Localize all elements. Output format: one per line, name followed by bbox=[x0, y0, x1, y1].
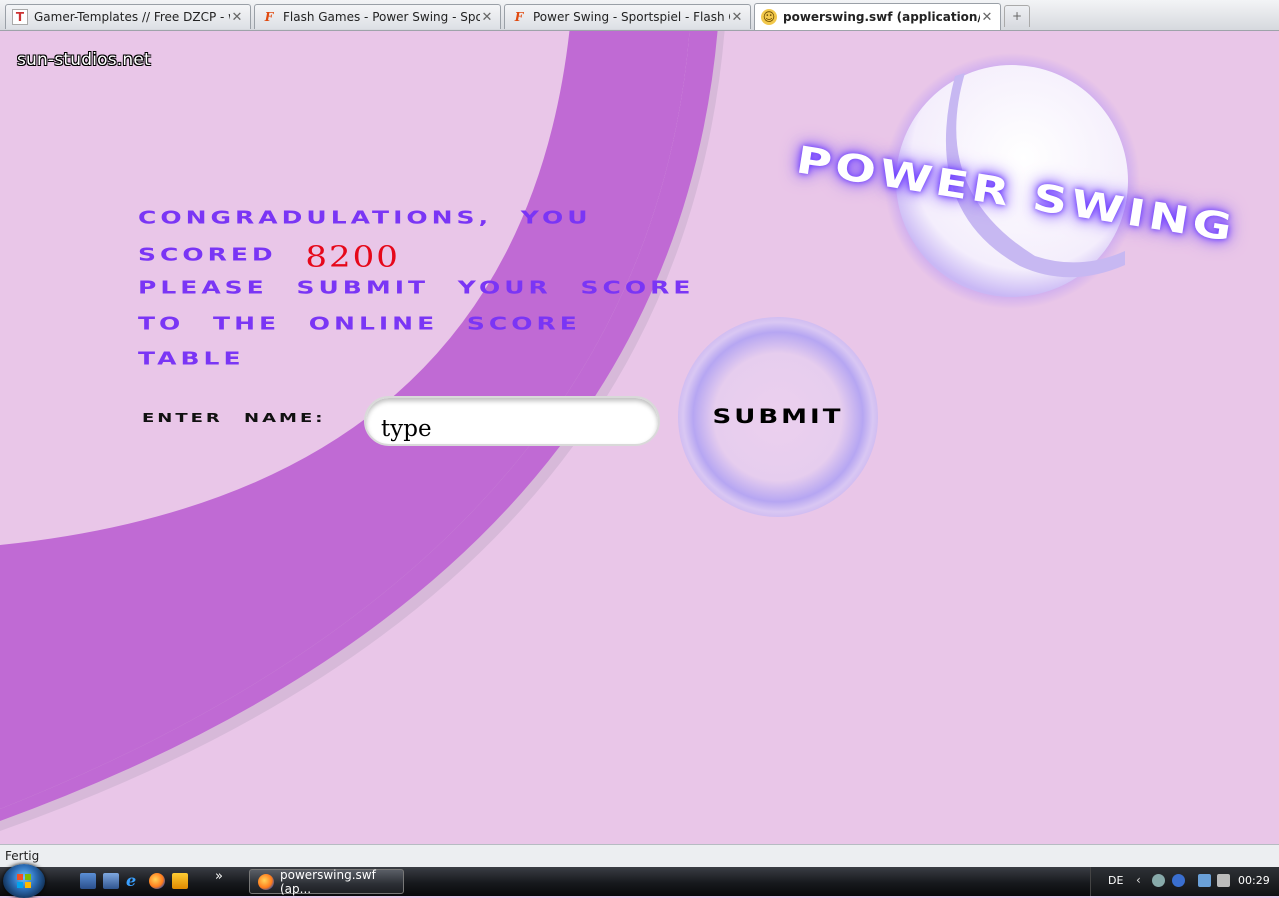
tab-title: Gamer-Templates // Free DZCP - w... bbox=[34, 10, 230, 24]
network-tray-icon[interactable] bbox=[1172, 874, 1185, 887]
plus-icon: + bbox=[1011, 9, 1023, 23]
steam-tray-icon[interactable] bbox=[1152, 874, 1165, 887]
scored-label: SCORED bbox=[138, 244, 277, 266]
tab-flash-games-power-swing[interactable]: F Flash Games - Power Swing - Sports... … bbox=[254, 4, 501, 29]
tab-title: Flash Games - Power Swing - Sports... bbox=[283, 10, 480, 24]
name-input-value: type bbox=[381, 416, 432, 442]
volume-icon[interactable] bbox=[1217, 874, 1230, 887]
tab-title: Power Swing - Sportspiel - Flash Ga... bbox=[533, 10, 730, 24]
browser-status-bar: Fertig bbox=[0, 844, 1279, 867]
submit-label: SUBMIT bbox=[712, 405, 844, 429]
congratulations-line: CONGRADULATIONS, YOU bbox=[138, 207, 592, 228]
table-line: TABLE bbox=[138, 348, 245, 369]
name-input[interactable]: type bbox=[364, 396, 660, 446]
switch-windows-icon[interactable] bbox=[103, 873, 119, 889]
internet-explorer-icon[interactable]: e bbox=[126, 873, 142, 889]
tab-powerswing-swf[interactable]: ☺ powerswing.swf (application/x-sh... ✕ bbox=[754, 3, 1001, 30]
language-indicator[interactable]: DE bbox=[1108, 874, 1123, 887]
flash-game-area[interactable]: sun-studios.net POWER SWING CONGRADULATI… bbox=[0, 31, 1279, 844]
tab-title: powerswing.swf (application/x-sh... bbox=[783, 10, 980, 24]
show-hidden-icons-icon[interactable]: ‹ bbox=[1136, 873, 1141, 887]
status-text: Fertig bbox=[5, 849, 40, 863]
show-desktop-icon[interactable] bbox=[80, 873, 96, 889]
media-player-icon[interactable] bbox=[172, 873, 188, 889]
enter-name-label: ENTER NAME: bbox=[142, 411, 326, 426]
flash-favicon-icon: F bbox=[514, 10, 524, 24]
clock[interactable]: 00:29 bbox=[1238, 874, 1270, 887]
online-score-line: TO THE ONLINE SCORE bbox=[138, 313, 581, 334]
plugin-favicon-icon: ☺ bbox=[761, 9, 777, 25]
tab-power-swing-sportspiel[interactable]: F Power Swing - Sportspiel - Flash Ga...… bbox=[504, 4, 751, 29]
quicklaunch-more-icon[interactable]: » bbox=[215, 869, 231, 885]
firefox-icon[interactable] bbox=[149, 873, 165, 889]
gamer-templates-favicon-icon: T bbox=[12, 9, 28, 25]
close-tab-icon[interactable]: ✕ bbox=[980, 10, 994, 25]
submit-instruction-line: PLEASE SUBMIT YOUR SCORE bbox=[138, 277, 695, 298]
monitor-tray-icon[interactable] bbox=[1198, 874, 1211, 887]
tab-strip: T Gamer-Templates // Free DZCP - w... ✕ … bbox=[0, 0, 1279, 31]
new-tab-button[interactable]: + bbox=[1004, 5, 1030, 27]
taskbar-window-button[interactable]: powerswing.swf (ap... bbox=[249, 867, 404, 896]
close-tab-icon[interactable]: ✕ bbox=[480, 10, 494, 25]
tab-gamer-templates[interactable]: T Gamer-Templates // Free DZCP - w... ✕ bbox=[5, 4, 251, 29]
site-credit: sun-studios.net bbox=[17, 50, 151, 70]
flash-favicon-icon: F bbox=[264, 10, 274, 24]
firefox-icon bbox=[258, 873, 274, 890]
score-value: 8200 bbox=[305, 239, 400, 275]
close-tab-icon[interactable]: ✕ bbox=[230, 10, 244, 25]
windows-logo-icon bbox=[17, 874, 31, 888]
windows-taskbar: e » powerswing.swf (ap... DE ‹ 00:29 bbox=[0, 864, 1279, 898]
close-tab-icon[interactable]: ✕ bbox=[730, 10, 744, 25]
scored-line: SCORED 8200 bbox=[138, 242, 400, 271]
taskbar-window-label: powerswing.swf (ap... bbox=[280, 867, 376, 896]
start-button[interactable] bbox=[3, 864, 45, 898]
submit-button[interactable]: SUBMIT bbox=[678, 317, 878, 517]
